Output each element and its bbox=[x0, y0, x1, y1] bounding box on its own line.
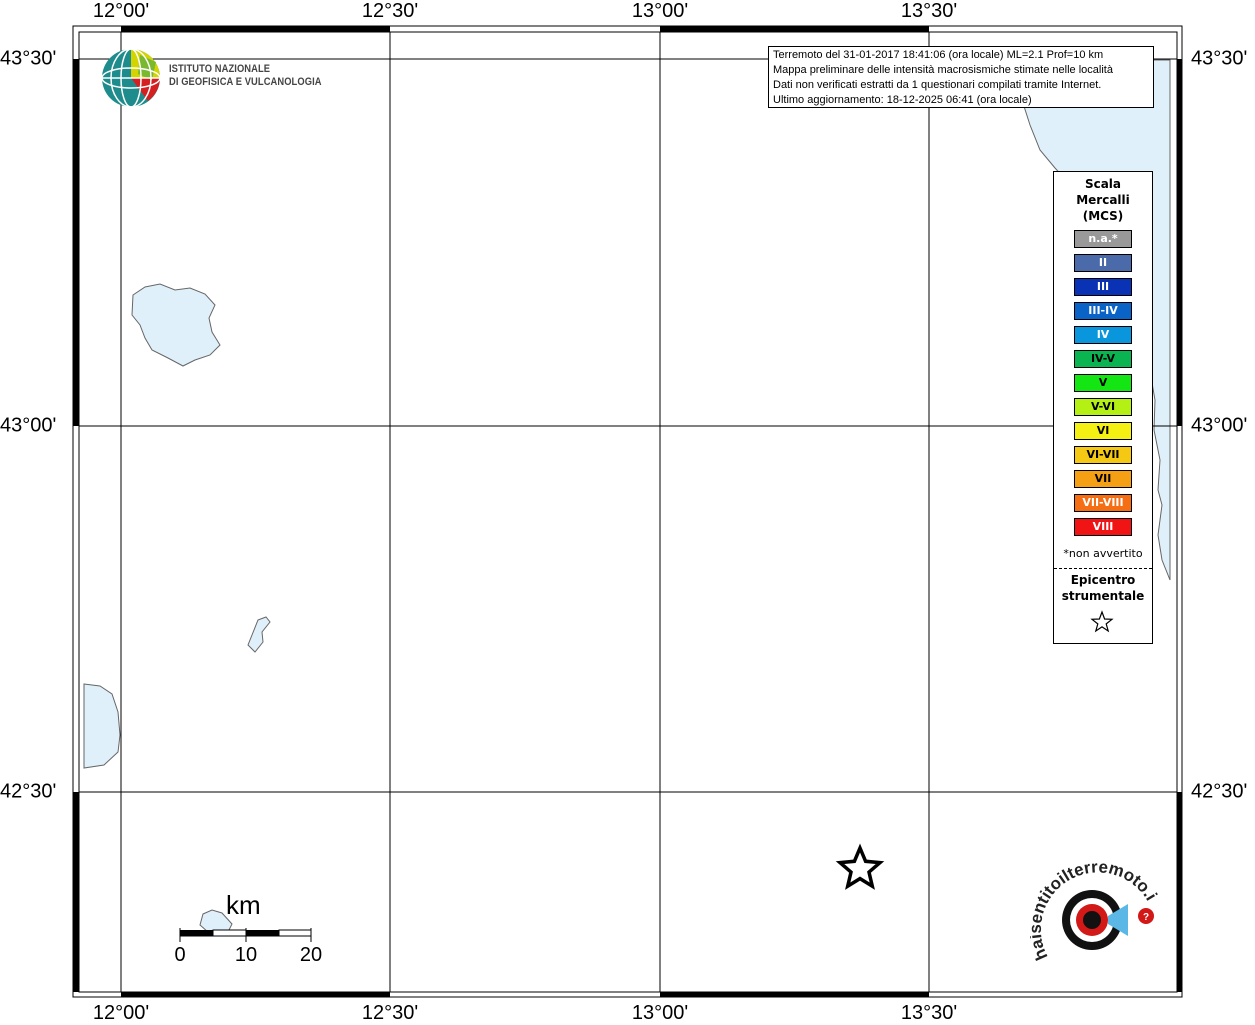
legend-swatch: II bbox=[1074, 254, 1132, 272]
legend-title-line-3: (MCS) bbox=[1082, 209, 1124, 223]
svg-text:?: ? bbox=[1143, 912, 1149, 923]
ingv-line-2: DI GEOFISICA E VULCANOLOGIA bbox=[169, 76, 322, 88]
lake-bracciano-partial bbox=[83, 683, 121, 769]
legend-separator bbox=[1054, 568, 1152, 569]
legend-swatch: VI bbox=[1074, 422, 1132, 440]
legend-epicenter-line-2: strumentale bbox=[1061, 589, 1145, 603]
legend-swatch: IV-V bbox=[1074, 350, 1132, 368]
event-info-line-2: Mappa preliminare delle intensità macros… bbox=[773, 64, 1113, 76]
ingv-line-1: ISTITUTO NAZIONALE bbox=[169, 63, 271, 75]
scale-tick-1: 10 bbox=[234, 944, 258, 966]
legend-swatch: IV bbox=[1074, 326, 1132, 344]
event-info-line-3: Dati non verificati estratti da 1 questi… bbox=[773, 79, 1102, 91]
legend-swatch: VII bbox=[1074, 470, 1132, 488]
legend-swatch: VIII bbox=[1074, 518, 1132, 536]
lon-label-bottom-1: 12°00' bbox=[92, 1002, 150, 1024]
legend-swatch: V bbox=[1074, 374, 1132, 392]
legend-title-line-1: Scala bbox=[1084, 177, 1122, 191]
legend-swatch: III-IV bbox=[1074, 302, 1132, 320]
epicenter-star bbox=[835, 843, 885, 890]
graticule bbox=[79, 32, 1177, 992]
scale-tick-0: 0 bbox=[174, 944, 186, 966]
event-info-line-1: Terremoto del 31-01-2017 18:41:06 (ora l… bbox=[773, 49, 1104, 61]
event-info-line-4: Ultimo aggiornamento: 18-12-2025 06:41 (… bbox=[773, 94, 1032, 106]
water-bodies bbox=[83, 59, 1171, 933]
lake-trasimeno bbox=[131, 283, 221, 367]
map-frame bbox=[72, 25, 1183, 998]
scale-bar bbox=[179, 928, 312, 942]
lon-label-bottom-3: 13°00' bbox=[631, 1002, 689, 1024]
mcs-legend: Scala Mercalli (MCS) n.a.* II III III-IV IV I… bbox=[1053, 171, 1153, 644]
lat-label-left-3: 42°30' bbox=[0, 780, 57, 803]
legend-swatch: V-VI bbox=[1074, 398, 1132, 416]
lat-label-right-3: 42°30' bbox=[1191, 780, 1248, 803]
ingv-globe-logo bbox=[101, 48, 161, 108]
lat-label-left-2: 43°00' bbox=[0, 414, 57, 437]
lon-label-bottom-2: 12°30' bbox=[361, 1002, 419, 1024]
legend-star-icon bbox=[1090, 610, 1114, 633]
lat-label-right-1: 43°30' bbox=[1191, 47, 1248, 70]
lat-label-left-1: 43°30' bbox=[0, 47, 57, 70]
ingv-logo-text: ISTITUTO NAZIONALE DI GEOFISICA E VULCAN… bbox=[169, 63, 349, 89]
lon-label-top-2: 12°30' bbox=[361, 0, 419, 22]
lat-label-right-2: 43°00' bbox=[1191, 414, 1248, 437]
scale-unit-label: km bbox=[226, 890, 261, 920]
lon-label-top-4: 13°30' bbox=[900, 0, 958, 22]
legend-swatch: n.a.* bbox=[1074, 230, 1132, 248]
event-info-box: Terremoto del 31-01-2017 18:41:06 (ora l… bbox=[768, 46, 1154, 108]
legend-swatch: VII-VIII bbox=[1074, 494, 1132, 512]
legend-epicenter-label: Epicentro strumentale bbox=[1054, 572, 1152, 604]
legend-swatch: VI-VII bbox=[1074, 446, 1132, 464]
legend-epicenter-line-1: Epicentro bbox=[1070, 573, 1136, 587]
legend-swatch: III bbox=[1074, 278, 1132, 296]
scale-tick-2: 20 bbox=[299, 944, 323, 966]
lon-label-bottom-4: 13°30' bbox=[900, 1002, 958, 1024]
haisentito-logo: haisentitoilterremoto.it ? bbox=[1030, 862, 1160, 963]
lon-label-top-3: 13°00' bbox=[631, 0, 689, 22]
lake-small bbox=[247, 616, 271, 653]
legend-note: *non avvertito bbox=[1063, 547, 1143, 560]
lon-label-top-1: 12°00' bbox=[92, 0, 150, 22]
legend-title-line-2: Mercalli bbox=[1076, 193, 1130, 207]
legend-title: Scala Mercalli (MCS) bbox=[1054, 176, 1152, 224]
